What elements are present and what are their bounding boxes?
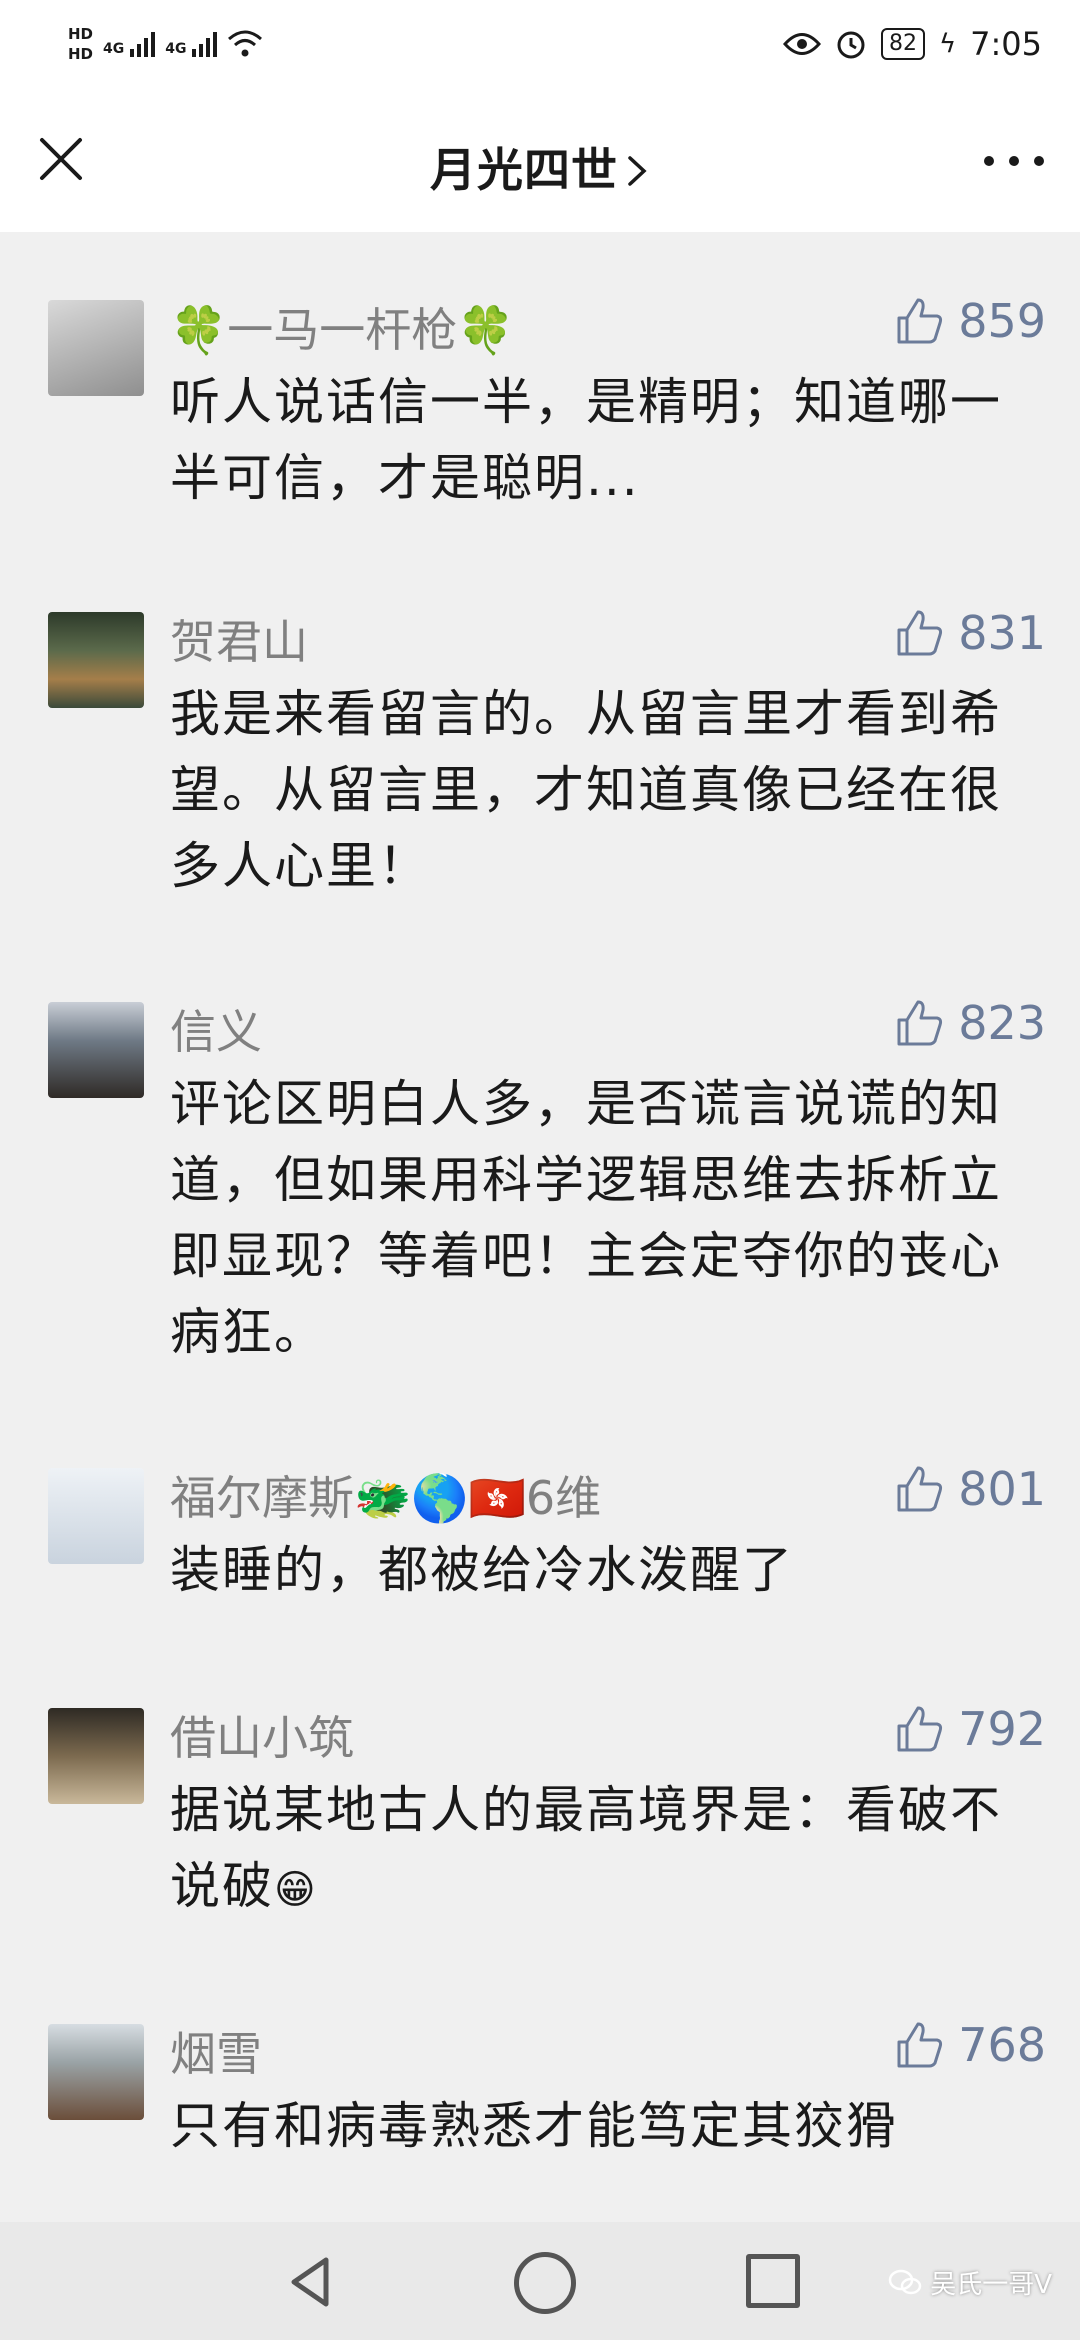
wechat-icon: [888, 2269, 922, 2294]
page-title[interactable]: 月光四世: [0, 134, 1080, 200]
like-count: 792: [958, 1702, 1046, 1756]
comment-text: 评论区明白人多，是否谎言说谎的知道，但如果用科学逻辑思维去拆析立即显现？等着吧！…: [170, 1075, 1002, 1361]
comment-author[interactable]: 贺君山: [170, 606, 308, 672]
avatar[interactable]: [48, 300, 144, 396]
like-button[interactable]: 823: [894, 996, 1046, 1050]
like-count: 859: [958, 294, 1046, 348]
charging-icon: ϟ: [938, 29, 957, 59]
page-title-text: 月光四世: [430, 143, 618, 197]
status-left: HD HD 4G 4G: [68, 14, 263, 74]
grin-emoji-icon: 😁: [274, 1866, 318, 1913]
thumbs-up-icon: [897, 1000, 943, 1046]
like-button[interactable]: 792: [894, 1702, 1046, 1756]
thumbs-up-icon: [897, 2022, 943, 2068]
nav-back-icon[interactable]: [282, 2252, 342, 2312]
signal-1-icon: 4G: [103, 31, 156, 57]
network-2-label: 4G: [165, 41, 187, 57]
network-1-label: 4G: [103, 41, 125, 57]
like-count: 801: [958, 1462, 1046, 1516]
comment-text: 听人说话信一半，是精明；知道哪一半可信，才是聪明...: [170, 373, 1002, 507]
thumbs-up-icon: [897, 1706, 943, 1752]
watermark-text: 吴氏一哥V: [930, 2270, 1052, 2300]
comment-author[interactable]: 福尔摩斯🐲🌎🇭🇰6维: [170, 1462, 601, 1528]
avatar[interactable]: [48, 612, 144, 708]
status-right: 82 ϟ 7:05: [782, 14, 1042, 74]
like-button[interactable]: 859: [894, 294, 1046, 348]
avatar[interactable]: [48, 1708, 144, 1804]
hd-indicator: HD HD: [68, 24, 93, 64]
like-button[interactable]: 768: [894, 2018, 1046, 2072]
battery-indicator: 82: [880, 28, 925, 60]
comment-author[interactable]: 🍀一马一杆枪🍀: [170, 294, 515, 360]
wifi-icon: [228, 30, 263, 57]
hd-bottom-label: HD: [68, 45, 94, 63]
thumbs-up-icon: [897, 1466, 943, 1512]
comment-text: 装睡的，都被给冷水泼醒了: [170, 1541, 794, 1599]
avatar[interactable]: [48, 2024, 144, 2120]
status-bar: HD HD 4G 4G 82 ϟ 7:05: [0, 0, 1080, 90]
more-icon[interactable]: [984, 146, 1044, 176]
like-button[interactable]: 831: [894, 606, 1046, 660]
comment-author[interactable]: 信义: [170, 996, 262, 1062]
nav-recent-apps-icon[interactable]: [746, 2254, 800, 2308]
hd-top-label: HD: [68, 25, 94, 43]
comment-author[interactable]: 烟雪: [170, 2018, 262, 2084]
system-nav-bar: 吴氏一哥V: [0, 2222, 1080, 2340]
comment-text: 我是来看留言的。从留言里才看到希望。从留言里，才知道真像已经在很多人心里！: [170, 685, 1002, 895]
like-count: 768: [958, 2018, 1046, 2072]
like-count: 831: [958, 606, 1046, 660]
clock-time: 7:05: [970, 25, 1042, 63]
comment-text: 据说某地古人的最高境界是：看破不说破😁: [170, 1772, 1010, 1928]
avatar[interactable]: [48, 1002, 144, 1098]
signal-2-icon: 4G: [165, 31, 218, 57]
comment-author[interactable]: 借山小筑: [170, 1702, 354, 1768]
nav-home-icon[interactable]: [514, 2252, 576, 2314]
chevron-right-icon: [628, 156, 647, 186]
like-count: 823: [958, 996, 1046, 1050]
like-button[interactable]: 801: [894, 1462, 1046, 1516]
alarm-icon: [837, 31, 865, 59]
eye-icon: [782, 33, 821, 55]
watermark: 吴氏一哥V: [888, 2264, 1052, 2301]
thumbs-up-icon: [897, 610, 943, 656]
thumbs-up-icon: [897, 298, 943, 344]
avatar[interactable]: [48, 1468, 144, 1564]
comment-text: 只有和病毒熟悉才能笃定其狡猾: [170, 2097, 898, 2155]
title-bar: 月光四世: [0, 90, 1080, 232]
